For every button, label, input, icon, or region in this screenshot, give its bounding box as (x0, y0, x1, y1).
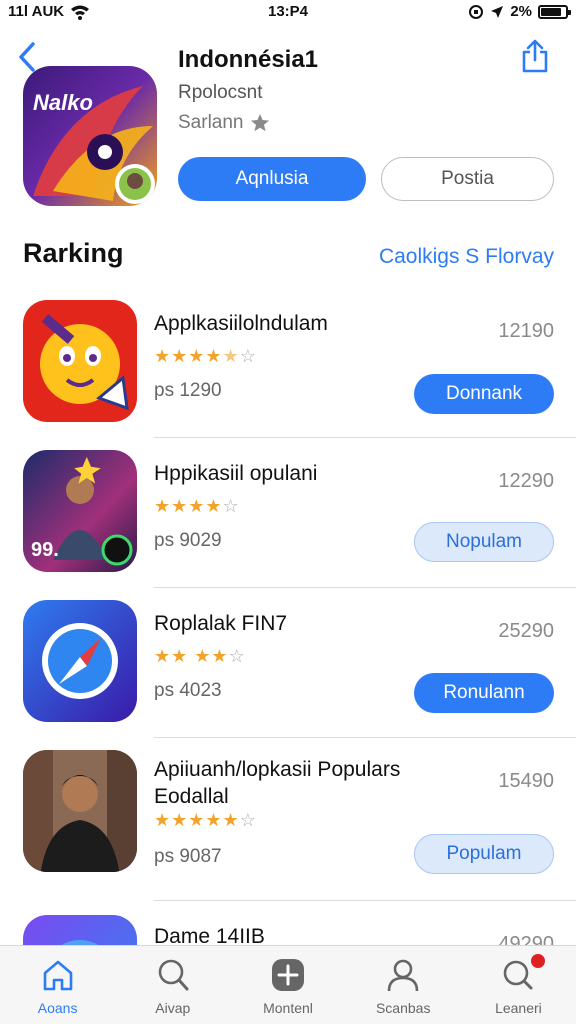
app-meta: ps 9029 (154, 530, 222, 551)
popular-button[interactable]: Populam (414, 834, 554, 874)
download-button[interactable]: Donnank (414, 374, 554, 414)
tab-label: Montenl (263, 1000, 313, 1016)
download-count: 25290 (498, 620, 554, 642)
star-rating: ★★★★★☆ (154, 810, 257, 830)
divider (154, 900, 576, 901)
search-icon (158, 959, 189, 991)
app-name: Apiiuanh/lopkasii Populars Eodallal (154, 758, 401, 808)
divider (154, 437, 576, 438)
plus-square-icon (272, 959, 304, 991)
divider (154, 587, 576, 588)
location-icon (491, 5, 504, 18)
app-icon: Nalko (23, 66, 157, 206)
svg-text:99.: 99. (31, 539, 59, 561)
status-bar: 11l AUK 13:P4 2% (0, 0, 576, 24)
tab-profile[interactable]: Scanbas (346, 946, 461, 1024)
home-icon (43, 960, 72, 991)
orientation-lock-icon (469, 4, 484, 19)
battery-percent: 2% (510, 3, 532, 20)
divider (154, 737, 576, 738)
share-icon[interactable] (520, 38, 550, 74)
tab-label: Leaneri (495, 1000, 542, 1016)
app-meta: ps 1290 (154, 380, 222, 401)
download-count: 12290 (498, 470, 554, 492)
app-subtitle: Rpolocsnt (178, 82, 263, 103)
app-rating: Sarlann (178, 112, 270, 134)
tab-label: Scanbas (375, 1000, 431, 1016)
list-item[interactable]: Applkasiilolndulam ★★★★★☆ ps 1290 12190 … (0, 300, 576, 450)
tab-learn[interactable]: Leaneri (461, 946, 576, 1024)
list-item[interactable]: Apiiuanh/lopkasii Populars Eodallal ★★★★… (0, 750, 576, 901)
section-link[interactable]: Caolkigs S Florvay (379, 245, 554, 269)
star-rating: ★★ ★★☆ (154, 646, 246, 666)
app-icon (23, 750, 137, 872)
download-count: 15490 (498, 770, 554, 792)
app-icon (23, 600, 137, 722)
app-name: Roplalak FIN7 (154, 612, 288, 635)
app-name: Applkasiilolndulam (154, 312, 328, 335)
popular-button[interactable]: Nopulam (414, 522, 554, 562)
status-right: 2% (468, 3, 571, 20)
download-count: 49290 (498, 933, 554, 945)
download-count: 12190 (498, 320, 554, 342)
app-meta: ps 4023 (154, 680, 222, 701)
svg-text:Nalko: Nalko (33, 90, 93, 115)
star-rating: ★★★★★☆ (154, 346, 257, 366)
get-button[interactable]: Aqnlusia (178, 157, 366, 201)
list-item[interactable]: 99. Hppikasiil opulani ★★★★☆ ps 9029 122… (0, 450, 576, 600)
app-icon (23, 300, 137, 422)
app-meta: ps 9087 (154, 846, 222, 867)
star-icon (250, 114, 269, 132)
tab-home[interactable]: Aoans (0, 946, 115, 1024)
rating-label: Sarlann (178, 112, 244, 133)
tab-search[interactable]: Aivap (115, 946, 230, 1024)
app-name: Dame 14IIB (154, 925, 265, 945)
tab-label: Aoans (37, 1000, 78, 1016)
section-title: Rarking (23, 238, 124, 268)
battery-icon (538, 4, 571, 19)
app-icon (23, 915, 137, 945)
popular-button[interactable]: Ronulann (414, 673, 554, 713)
list-item[interactable]: Roplalak FIN7 ★★ ★★☆ ps 4023 25290 Ronul… (0, 600, 576, 750)
app-title: Indonnésia1 (178, 46, 319, 73)
person-icon (387, 959, 419, 992)
tab-label: Aivap (155, 1000, 191, 1016)
secondary-button[interactable]: Postia (381, 157, 554, 201)
tab-content[interactable]: Montenl (230, 946, 345, 1024)
notification-badge (530, 954, 545, 968)
star-rating: ★★★★☆ (154, 496, 240, 516)
app-icon: 99. (23, 450, 137, 572)
list-item[interactable]: Dame 14IIB 49290 (0, 915, 576, 945)
app-name: Hppikasiil opulani (154, 462, 318, 485)
tab-bar: Aoans Aivap Montenl Scanbas Leaneri (0, 945, 576, 1024)
